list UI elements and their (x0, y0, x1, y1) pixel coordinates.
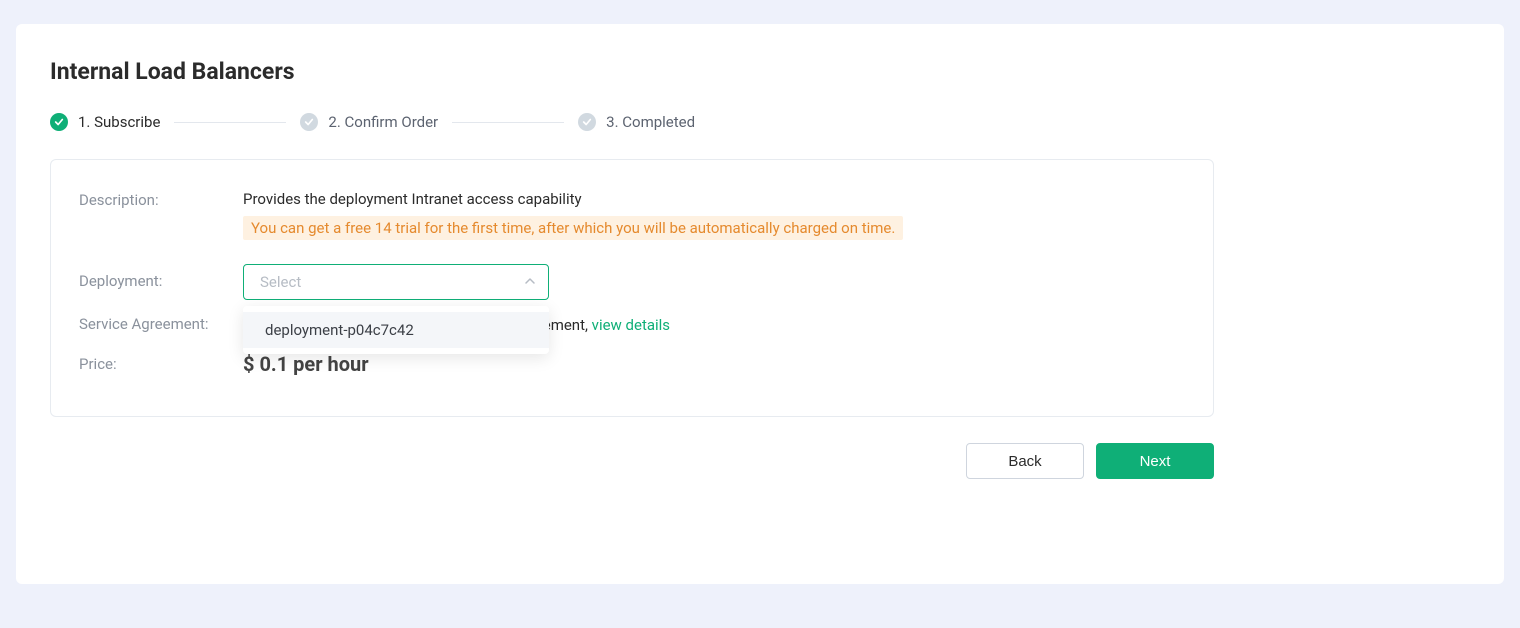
row-price: Price: $ 0.1 per hour (79, 352, 1185, 376)
description-text: Provides the deployment Intranet access … (243, 190, 1185, 208)
row-description: Description: Provides the deployment Int… (79, 190, 1185, 240)
step-separator (452, 122, 564, 123)
action-bar: Back Next (50, 443, 1214, 479)
back-button[interactable]: Back (966, 443, 1084, 479)
check-circle-icon (50, 113, 68, 131)
next-button[interactable]: Next (1096, 443, 1214, 479)
label-description: Description: (79, 190, 243, 209)
step-label: 1. Subscribe (78, 113, 160, 131)
label-deployment: Deployment: (79, 264, 243, 290)
value-price: $ 0.1 per hour (243, 352, 1185, 376)
step-subscribe: 1. Subscribe (50, 113, 160, 131)
select-placeholder: Select (260, 273, 301, 291)
deployment-dropdown: deployment-p04c7c42 (243, 306, 549, 354)
value-description: Provides the deployment Intranet access … (243, 190, 1185, 240)
step-indicator: 1. Subscribe 2. Confirm Order 3. Complet… (50, 113, 1470, 131)
step-confirm-order: 2. Confirm Order (300, 113, 438, 131)
main-card: Internal Load Balancers 1. Subscribe 2. … (16, 24, 1504, 584)
value-deployment: Select deployment-p04c7c42 (243, 264, 1185, 300)
check-circle-icon (578, 113, 596, 131)
deployment-select[interactable]: Select (243, 264, 549, 300)
label-price: Price: (79, 352, 243, 373)
step-completed: 3. Completed (578, 113, 695, 131)
check-circle-icon (300, 113, 318, 131)
view-details-link[interactable]: view details (592, 316, 670, 334)
deployment-option[interactable]: deployment-p04c7c42 (243, 312, 549, 348)
label-service-agreement: Service Agreement: (79, 314, 243, 333)
form-panel: Description: Provides the deployment Int… (50, 159, 1214, 417)
page-title: Internal Load Balancers (50, 58, 1470, 85)
chevron-up-icon (524, 273, 536, 291)
row-deployment: Deployment: Select deployment-p04c7c42 (79, 264, 1185, 300)
trial-notice: You can get a free 14 trial for the firs… (243, 216, 903, 240)
price-text: $ 0.1 per hour (243, 352, 369, 376)
step-label: 2. Confirm Order (328, 113, 438, 131)
step-label: 3. Completed (606, 113, 695, 131)
step-separator (174, 122, 286, 123)
agreement-text: ement, (543, 316, 592, 334)
